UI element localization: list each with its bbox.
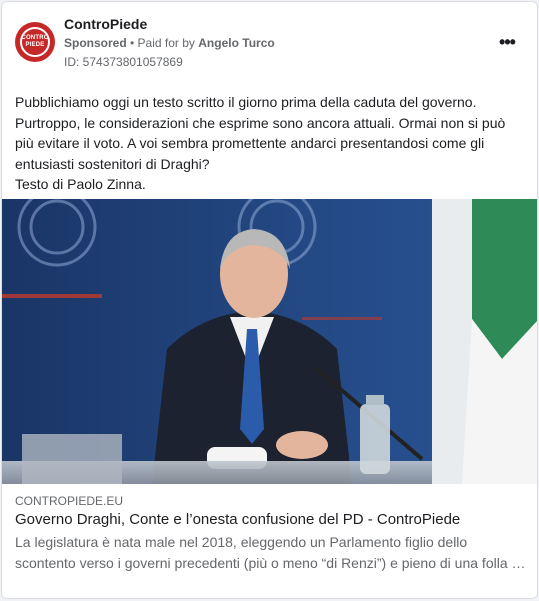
post-image[interactable] [2,199,537,484]
ad-card: CONTRO PIEDE ControPiede Sponsored • Pai… [1,1,538,599]
more-horizontal-icon: ••• [499,31,516,52]
sponsored-line: Sponsored • Paid for by Angelo Turco [64,36,275,50]
more-options-button[interactable]: ••• [492,30,522,54]
press-conference-image [2,199,537,484]
post-header: CONTRO PIEDE ControPiede Sponsored • Pai… [2,2,537,82]
controPiede-logo-icon: CONTRO PIEDE [20,27,50,57]
link-title[interactable]: Governo Draghi, Conte e l’onesta confusi… [15,511,527,528]
ad-id: ID: 574373801057869 [64,55,183,69]
paid-for-prefix: • Paid for by [130,36,195,50]
page-avatar[interactable]: CONTRO PIEDE [15,22,55,62]
page-name-link[interactable]: ControPiede [64,16,147,32]
payer-name: Angelo Turco [198,36,275,50]
logo-text-top: CONTRO [21,35,49,41]
link-preview[interactable]: CONTROPIEDE.EU Governo Draghi, Conte e l… [2,484,537,598]
link-description: La legislatura è nata male nel 2018, ele… [15,534,526,571]
link-domain: CONTROPIEDE.EU [15,494,124,508]
sponsored-label: Sponsored [64,36,127,50]
post-body-text: Pubblichiamo oggi un testo scritto il gi… [15,94,506,192]
logo-text-bottom: PIEDE [25,42,45,48]
